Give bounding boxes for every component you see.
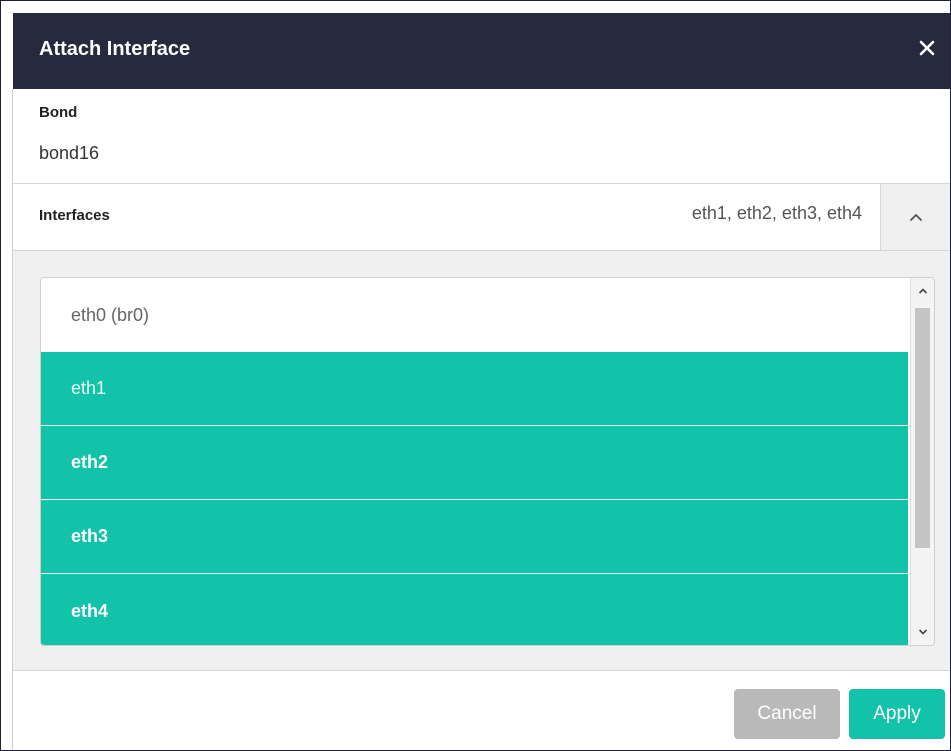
bond-value: bond16 <box>39 143 100 163</box>
close-icon <box>919 40 935 56</box>
interfaces-label: Interfaces <box>39 207 110 224</box>
interfaces-listbox[interactable]: eth0 (br0) eth1 eth2 eth3 eth4 <box>40 277 935 646</box>
scroll-down-button[interactable] <box>911 619 934 645</box>
scroll-down-icon <box>918 629 928 635</box>
dialog-title: Attach Interface <box>39 38 191 60</box>
attach-interface-dialog: Attach Interface Bond bond16 Interfaces … <box>0 0 951 751</box>
interface-option-eth4[interactable]: eth4 <box>41 574 908 645</box>
interface-option-label: eth3 <box>71 526 109 546</box>
interfaces-selector[interactable]: Interfaces eth1, eth2, eth3, eth4 <box>13 183 950 251</box>
collapse-interfaces-button[interactable] <box>880 184 950 250</box>
scroll-up-button[interactable] <box>911 278 934 304</box>
apply-button[interactable]: Apply <box>849 689 945 739</box>
interface-option-eth0[interactable]: eth0 (br0) <box>41 278 908 352</box>
interface-option-eth3[interactable]: eth3 <box>41 500 908 574</box>
dialog-title-bar: Attach Interface <box>13 13 950 89</box>
interface-option-eth1[interactable]: eth1 <box>41 352 908 426</box>
interface-option-label: eth0 (br0) <box>71 304 150 325</box>
interfaces-list-panel: eth0 (br0) eth1 eth2 eth3 eth4 <box>13 251 950 671</box>
bond-label: Bond <box>39 104 78 121</box>
interfaces-options: eth0 (br0) eth1 eth2 eth3 eth4 <box>41 278 908 645</box>
chevron-up-icon <box>909 214 922 221</box>
interface-option-eth2[interactable]: eth2 <box>41 426 908 500</box>
listbox-scrollbar[interactable] <box>910 278 934 645</box>
cancel-button[interactable]: Cancel <box>734 689 840 739</box>
interface-option-label: eth4 <box>71 600 109 621</box>
close-button[interactable] <box>912 33 942 63</box>
interfaces-selected-summary: eth1, eth2, eth3, eth4 <box>691 203 862 223</box>
interface-option-label: eth1 <box>71 378 107 398</box>
scrollbar-thumb[interactable] <box>915 308 930 548</box>
scroll-up-icon <box>918 288 928 294</box>
interface-option-label: eth2 <box>71 452 109 472</box>
